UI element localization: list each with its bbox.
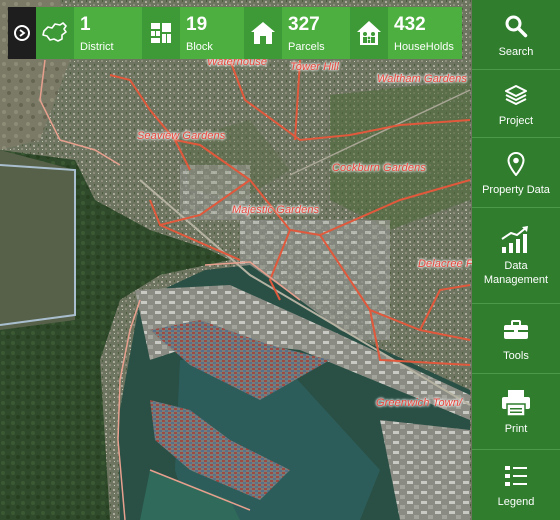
layers-icon: [504, 80, 528, 110]
menu-tools-button[interactable]: Tools: [472, 304, 560, 374]
stat-block[interactable]: 19 Block: [142, 7, 244, 59]
map-view[interactable]: Waterhouse Tower Hill Waltham Gardens Se…: [0, 0, 472, 520]
menu-tools-label: Tools: [503, 349, 529, 362]
households-count: 432: [394, 14, 426, 35]
map-pin-icon: [507, 149, 525, 179]
map-label-greenwich-town: Greenwich Town/: [376, 397, 463, 409]
households-label: HouseHolds: [394, 41, 454, 53]
menu-data-management-label: Data Management: [483, 259, 549, 286]
menu-print-button[interactable]: Print: [472, 374, 560, 450]
map-label-waltham-gardens: Waltham Gardens: [377, 73, 467, 85]
menu-property-data-button[interactable]: Property Data: [472, 138, 560, 208]
menu-legend-button[interactable]: Legend: [472, 450, 560, 520]
parcels-count: 327: [288, 14, 320, 35]
menu-project-button[interactable]: Project: [472, 70, 560, 138]
printer-icon: [501, 388, 531, 418]
menu-search-label: Search: [498, 45, 534, 58]
house-icon: [244, 7, 282, 59]
family-house-icon: [350, 7, 388, 59]
menu-search-button[interactable]: Search: [472, 0, 560, 70]
map-label-cockburn-gardens: Cockburn Gardens: [332, 162, 426, 174]
stat-parcels[interactable]: 327 Parcels: [244, 7, 350, 59]
district-count: 1: [80, 14, 91, 35]
menu-project-label: Project: [498, 114, 534, 127]
search-icon: [504, 11, 528, 41]
toolbox-icon: [503, 315, 529, 345]
menu-print-label: Print: [504, 422, 528, 435]
district-label: District: [80, 41, 114, 53]
menu-property-data-label: Property Data: [482, 183, 550, 196]
stats-bar: 1 District 19 Block 327 Parcels 432 Hous…: [8, 7, 462, 59]
china-map-icon: [36, 7, 74, 59]
menu-legend-label: Legend: [497, 496, 535, 508]
block-grid-icon: [142, 7, 180, 59]
menu-data-management-button[interactable]: Data Management: [472, 208, 560, 304]
block-count: 19: [186, 14, 208, 35]
map-label-majestic-gardens: Majestic Gardens: [232, 204, 320, 216]
legend-list-icon: [504, 461, 528, 491]
parcels-label: Parcels: [288, 41, 325, 53]
bar-chart-icon: [500, 225, 532, 255]
map-label-tower-hill: Tower Hill: [290, 61, 339, 73]
map-label-delacree-pen: Delacree Pen: [418, 258, 472, 270]
expand-toggle-button[interactable]: [8, 7, 36, 59]
chevron-right-icon: [14, 25, 30, 41]
stat-district[interactable]: 1 District: [36, 7, 142, 59]
map-label-seaview-gardens: Seaview Gardens: [137, 130, 226, 142]
stat-households[interactable]: 432 HouseHolds: [350, 7, 462, 59]
side-menu: Search Project Property Data Data Manage…: [472, 0, 560, 520]
block-label: Block: [186, 41, 213, 53]
